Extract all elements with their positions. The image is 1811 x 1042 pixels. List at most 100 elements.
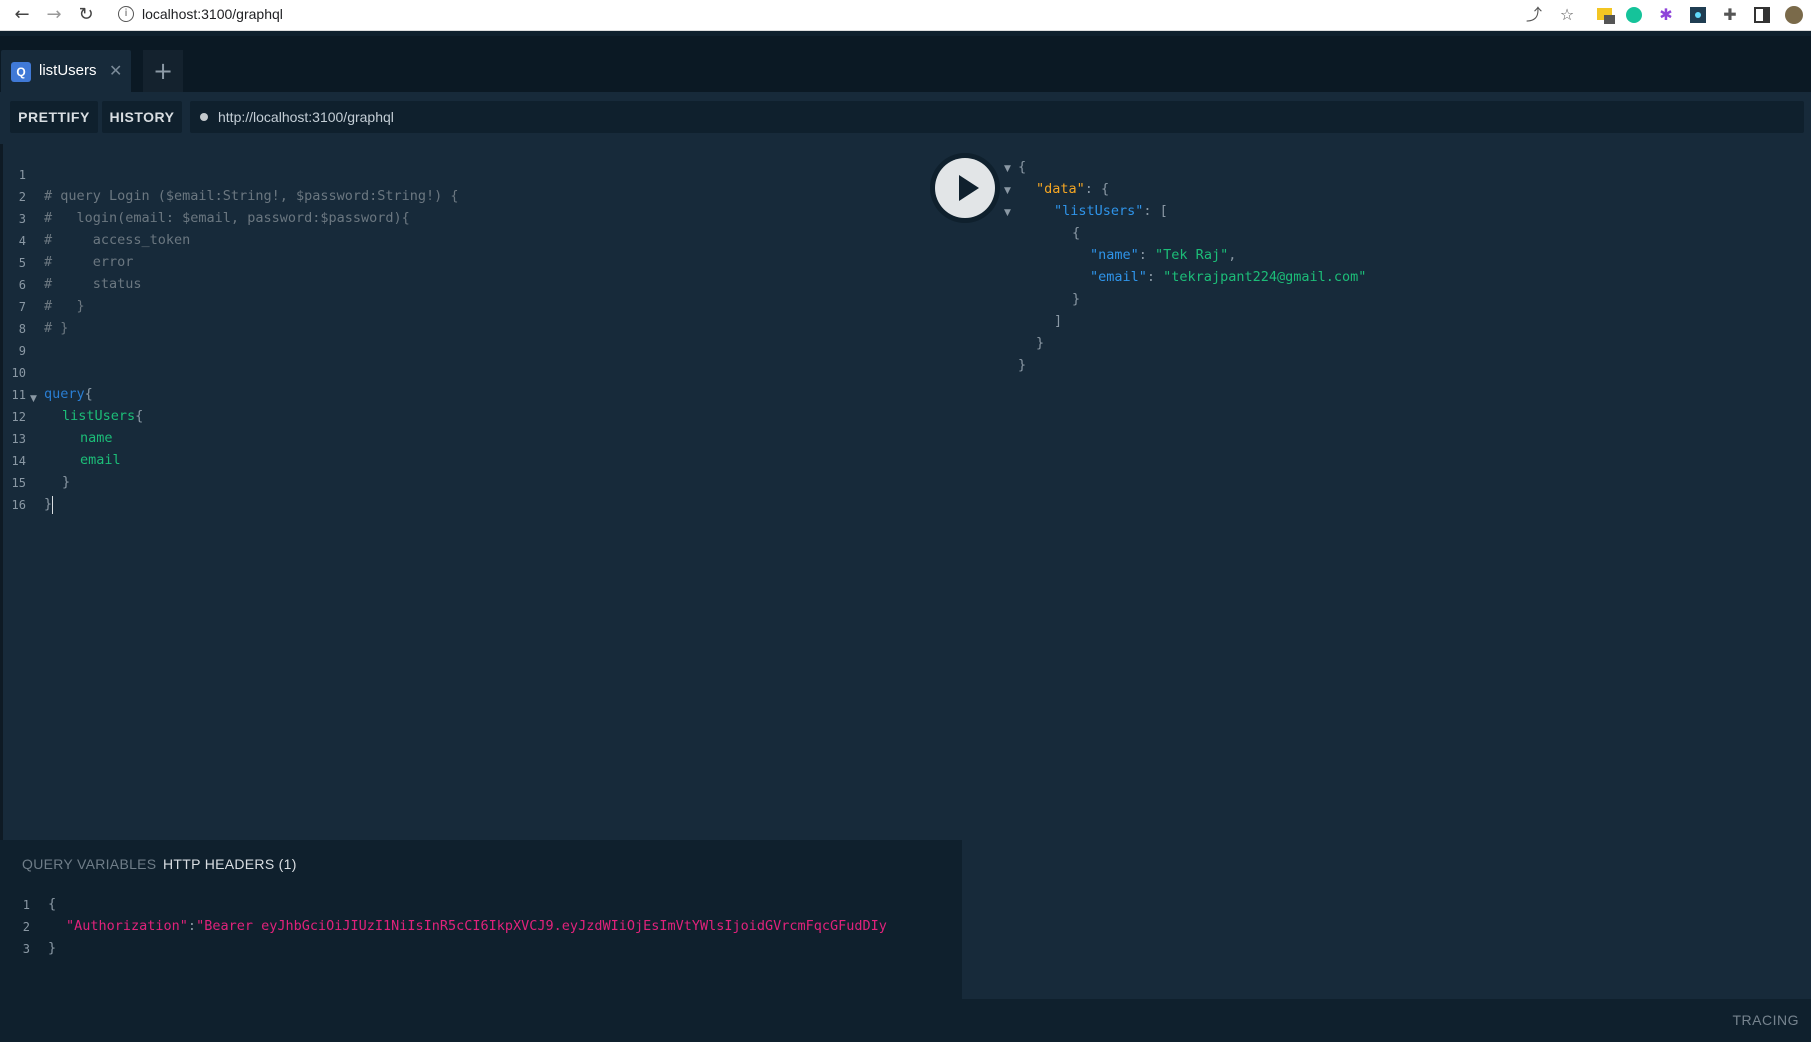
json-punct: : { bbox=[1084, 181, 1110, 197]
code-line: } bbox=[62, 474, 71, 490]
code-line: # error bbox=[44, 254, 134, 270]
avatar[interactable] bbox=[1784, 5, 1804, 25]
tab-listusers[interactable]: Q listUsers ✕ bbox=[1, 50, 131, 92]
json-key-data: "data" bbox=[1036, 181, 1085, 197]
variables-pane[interactable]: QUERY VARIABLES HTTP HEADERS (1) 1 2 3 {… bbox=[0, 840, 962, 1000]
json-punct: : [ bbox=[1143, 203, 1168, 219]
line-number: 13 bbox=[11, 432, 26, 446]
json-key-email: "email" bbox=[1090, 269, 1147, 285]
tab-bar: Q listUsers ✕ + bbox=[0, 36, 1811, 92]
tab-query-variables[interactable]: QUERY VARIABLES bbox=[22, 856, 156, 872]
side-panel-icon[interactable] bbox=[1752, 5, 1772, 25]
code-line: query{ bbox=[44, 386, 93, 402]
execute-query-button[interactable] bbox=[930, 153, 1000, 223]
line-number: 6 bbox=[18, 278, 26, 292]
header-value: "Bearer eyJhbGciOiJIUzI1NiIsInR5cCI6IkpX… bbox=[196, 918, 887, 934]
play-icon bbox=[959, 175, 979, 201]
browser-toolbar: ← → ↻ i localhost:3100/graphql ⤴ ☆ ✱ ✚ bbox=[0, 0, 1811, 31]
json-value-email: "tekrajpant224@gmail.com" bbox=[1163, 269, 1367, 285]
fold-arrow-icon[interactable]: ▼ bbox=[1004, 164, 1011, 174]
status-dot-icon bbox=[200, 113, 208, 121]
tracing-button[interactable]: TRACING bbox=[1733, 1012, 1800, 1028]
code-line: } bbox=[44, 496, 53, 512]
json-key-listusers: "listUsers" bbox=[1054, 203, 1144, 219]
header-line: "Authorization":"Bearer eyJhbGciOiJIUzI1… bbox=[66, 918, 887, 934]
header-key: "Authorization" bbox=[66, 918, 188, 934]
address-bar[interactable]: localhost:3100/graphql bbox=[142, 6, 283, 22]
line-number: 3 bbox=[18, 212, 26, 226]
fold-arrow-icon[interactable]: ▼ bbox=[30, 394, 37, 404]
line-number: 1 bbox=[22, 898, 30, 912]
prettify-button[interactable]: PRETTIFY bbox=[10, 101, 98, 133]
extension-icon[interactable] bbox=[1596, 5, 1616, 25]
line-number: 7 bbox=[18, 300, 26, 314]
results-pane[interactable]: ▼ { ▼ "data": { ▼ "listUsers": [ { "name… bbox=[962, 144, 1811, 999]
tab-label: listUsers bbox=[39, 62, 97, 79]
line-number: 2 bbox=[22, 920, 30, 934]
forward-icon[interactable]: → bbox=[42, 3, 66, 27]
code-line: # login(email: $email, password:$passwor… bbox=[44, 210, 410, 226]
query-badge-icon: Q bbox=[11, 62, 31, 82]
json-bracket: ] bbox=[1054, 313, 1063, 329]
field-listusers: listUsers bbox=[62, 408, 136, 424]
line-number: 9 bbox=[18, 344, 26, 358]
code-line: { bbox=[48, 896, 57, 912]
endpoint-input[interactable]: http://localhost:3100/graphql bbox=[190, 101, 1804, 133]
line-number: 4 bbox=[18, 234, 26, 248]
line-number: 3 bbox=[22, 942, 30, 956]
line-number: 16 bbox=[11, 498, 26, 512]
line-number: 5 bbox=[18, 256, 26, 270]
play-button-face bbox=[935, 158, 995, 218]
query-editor[interactable]: 1 2 3 4 5 6 7 8 9 10 11 12 13 14 15 16 #… bbox=[0, 144, 962, 840]
code-line: # status bbox=[44, 276, 142, 292]
fold-arrow-icon[interactable]: ▼ bbox=[1004, 186, 1011, 196]
json-brace: { bbox=[1072, 225, 1081, 241]
code-line: listUsers{ bbox=[62, 408, 143, 424]
editor-gutter-strip bbox=[0, 144, 3, 840]
json-line: "data": { bbox=[1036, 181, 1109, 197]
text-cursor bbox=[52, 496, 53, 514]
json-brace: { bbox=[1018, 159, 1027, 175]
site-info-icon[interactable]: i bbox=[118, 6, 134, 22]
history-button[interactable]: HISTORY bbox=[102, 101, 182, 133]
bookmark-star-icon[interactable]: ☆ bbox=[1557, 5, 1577, 25]
brace: { bbox=[84, 386, 93, 402]
extension-tile-icon bbox=[1597, 8, 1615, 24]
line-number: 14 bbox=[11, 454, 26, 468]
react-devtools-icon[interactable] bbox=[1688, 5, 1708, 25]
puzzle-flower-icon[interactable]: ✱ bbox=[1656, 5, 1676, 25]
grammarly-icon[interactable] bbox=[1624, 5, 1644, 25]
code-line: # query Login ($email:String!, $password… bbox=[44, 188, 459, 204]
back-icon[interactable]: ← bbox=[10, 3, 34, 27]
share-icon[interactable]: ⤴ bbox=[1524, 5, 1544, 25]
line-number: 1 bbox=[18, 168, 26, 182]
json-brace: } bbox=[1072, 291, 1081, 307]
json-brace: } bbox=[1018, 357, 1027, 373]
brace: { bbox=[135, 408, 144, 424]
fold-arrow-icon[interactable]: ▼ bbox=[1004, 208, 1011, 218]
json-brace: } bbox=[1036, 335, 1045, 351]
footer-bar: TRACING bbox=[0, 1000, 1811, 1042]
line-number: 11 bbox=[11, 388, 26, 402]
code-line: } bbox=[48, 940, 57, 956]
close-icon[interactable]: ✕ bbox=[109, 61, 122, 80]
json-line: "name": "Tek Raj", bbox=[1090, 247, 1237, 263]
json-key-name: "name" bbox=[1090, 247, 1139, 263]
line-number: 15 bbox=[11, 476, 26, 490]
tab-http-headers[interactable]: HTTP HEADERS (1) bbox=[163, 856, 297, 872]
extensions-puzzle-icon[interactable]: ✚ bbox=[1720, 5, 1740, 25]
endpoint-url: http://localhost:3100/graphql bbox=[218, 109, 394, 125]
toolbar: PRETTIFY HISTORY http://localhost:3100/g… bbox=[0, 92, 1811, 144]
json-value-name: "Tek Raj" bbox=[1155, 247, 1229, 263]
code-line: name bbox=[80, 430, 113, 446]
code-line: # } bbox=[44, 320, 69, 336]
line-number: 10 bbox=[11, 366, 26, 380]
reload-icon[interactable]: ↻ bbox=[74, 3, 98, 27]
json-line: "email": "tekrajpant224@gmail.com" bbox=[1090, 269, 1367, 285]
line-number: 12 bbox=[11, 410, 26, 424]
line-number: 2 bbox=[18, 190, 26, 204]
line-number: 8 bbox=[18, 322, 26, 336]
add-tab-button[interactable]: + bbox=[143, 50, 183, 92]
code-line: # access_token bbox=[44, 232, 191, 248]
code-line: # } bbox=[44, 298, 85, 314]
